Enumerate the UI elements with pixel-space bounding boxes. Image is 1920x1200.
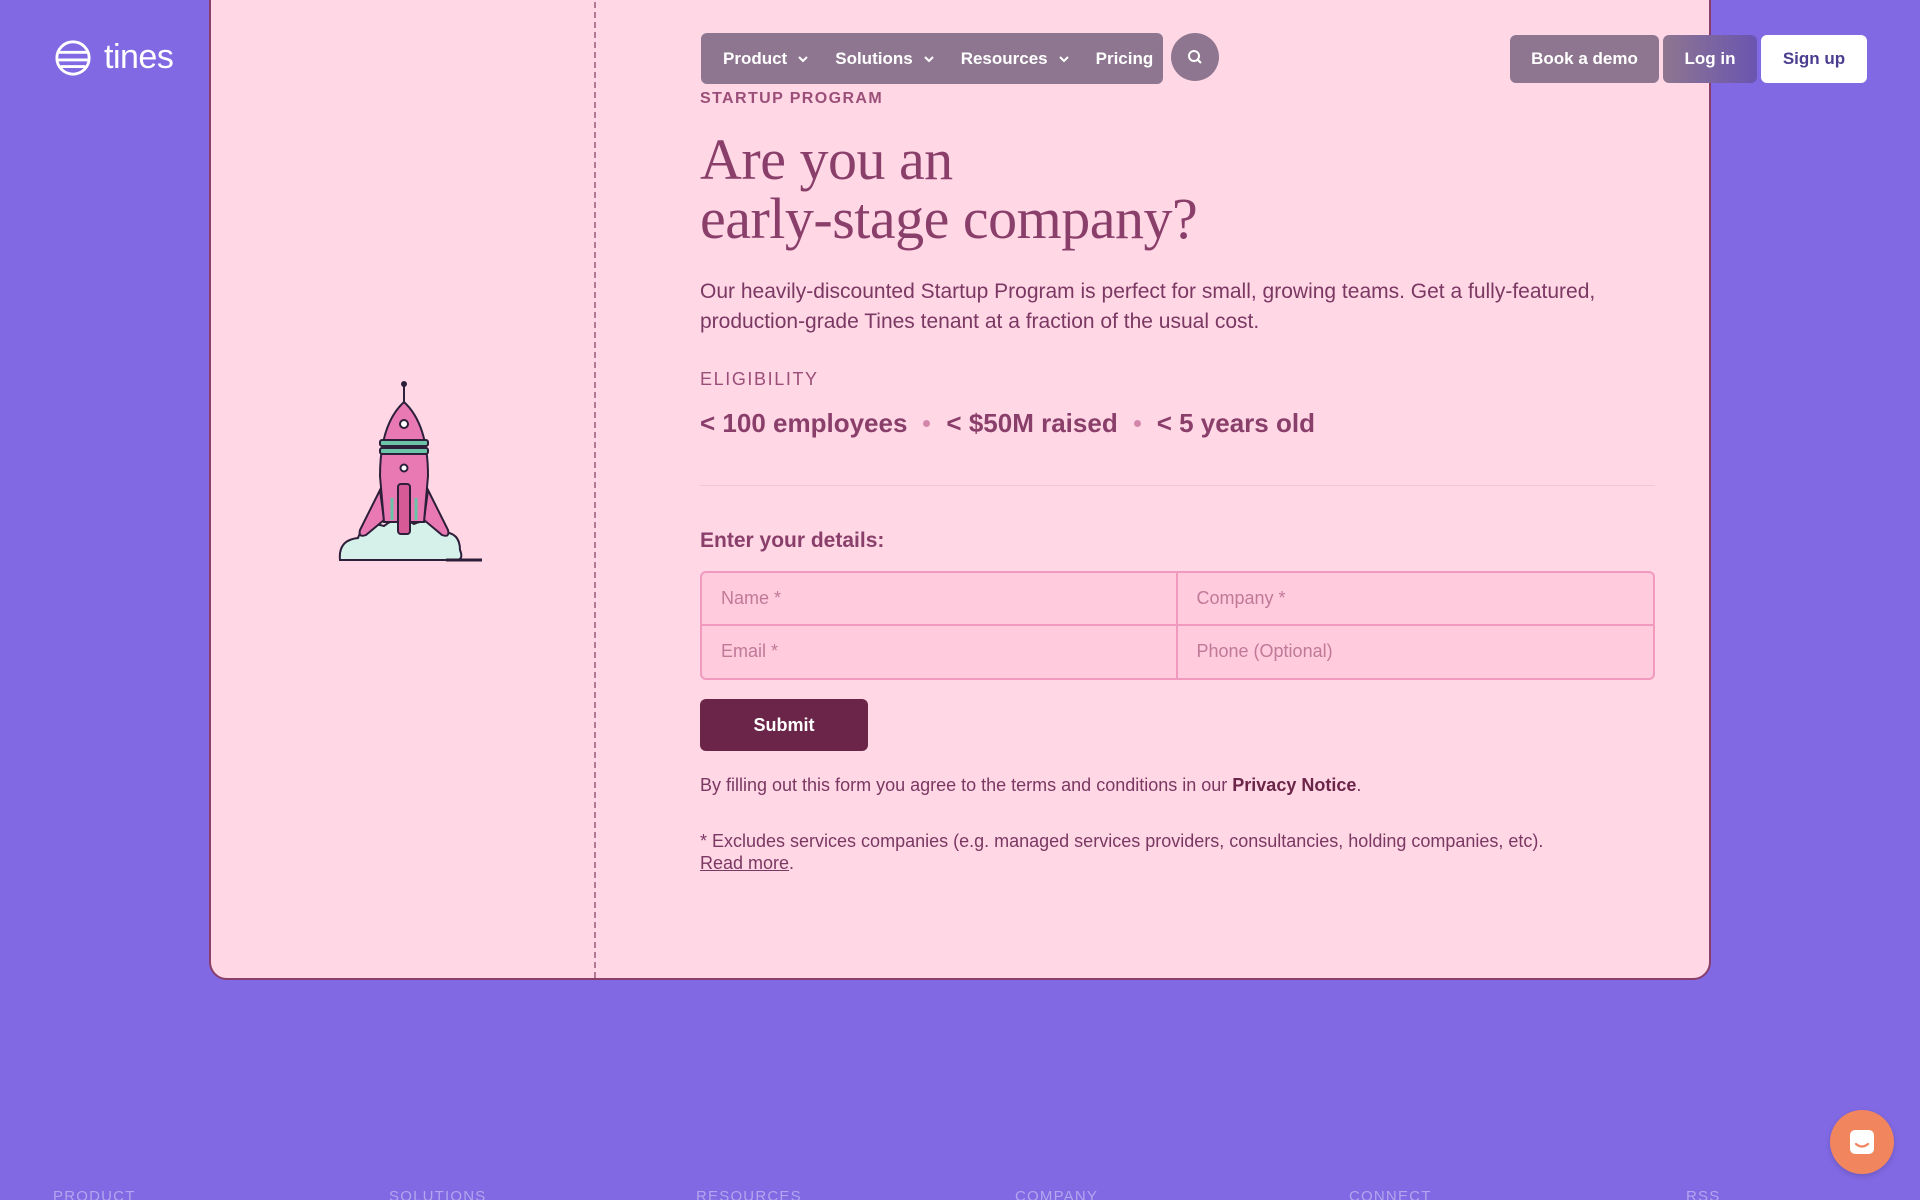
nav-solutions[interactable]: Solutions [835, 49, 934, 69]
rocket-illustration-icon [338, 381, 482, 562]
chevron-down-icon [798, 55, 808, 62]
page-title: Are you an early-stage company? [700, 130, 1400, 248]
details-form [700, 571, 1655, 680]
book-demo-button[interactable]: Book a demo [1510, 35, 1659, 83]
search-icon [1188, 50, 1202, 64]
exclusion-note: * Excludes services companies (e.g. mana… [700, 830, 1660, 874]
nav-resources[interactable]: Resources [961, 49, 1070, 69]
search-button[interactable] [1171, 33, 1219, 81]
nav-resources-label: Resources [960, 48, 1048, 68]
bullet-dot [1133, 420, 1141, 427]
terms-suffix: . [1356, 775, 1362, 795]
company-input[interactable] [1177, 573, 1653, 626]
exclusion-text: * Excludes services companies (e.g. mana… [700, 831, 1544, 851]
dashed-divider [594, 0, 596, 978]
signup-button[interactable]: Sign up [1761, 35, 1867, 83]
main-nav: Product Solutions Resources Pricing [701, 33, 1163, 84]
criterion-raised: < $50M raised [946, 408, 1118, 438]
privacy-notice-link[interactable]: Privacy Notice [1232, 775, 1356, 795]
chat-launcher-button[interactable] [1830, 1110, 1894, 1174]
footer-heading-solutions: SOLUTIONS [389, 1188, 487, 1200]
tines-logo-icon [55, 39, 91, 76]
tines-logo[interactable]: tines [54, 38, 174, 77]
exclusion-suffix: . [789, 853, 795, 873]
terms-prefix: By filling out this form you agree to th… [700, 775, 1233, 795]
criterion-age: < 5 years old [1156, 408, 1315, 438]
nav-product-label: Product [723, 48, 788, 68]
bullet-dot [923, 420, 931, 427]
footer-heading-resources: RESOURCES [696, 1188, 802, 1200]
name-input[interactable] [702, 573, 1178, 626]
footer-heading-company: COMPANY [1015, 1188, 1099, 1200]
nav-pricing-label: Pricing [1095, 48, 1154, 68]
intro-text: Our heavily-discounted Startup Program i… [700, 280, 1596, 333]
chevron-down-icon [1058, 55, 1069, 62]
title-line-1: Are you an [700, 127, 953, 192]
section-divider [700, 485, 1655, 486]
phone-input[interactable] [1177, 625, 1653, 678]
nav-product[interactable]: Product [723, 49, 809, 69]
nav-pricing[interactable]: Pricing [1096, 49, 1154, 69]
title-line-2: early-stage company? [700, 186, 1198, 251]
terms-text: By filling out this form you agree to th… [700, 774, 1660, 796]
eligibility-label: ELIGIBILITY [700, 369, 819, 389]
chat-icon [1850, 1130, 1874, 1154]
footer-heading-rss: RSS [1686, 1188, 1721, 1200]
eligibility-criteria: < 100 employees < $50M raised < 5 years … [700, 408, 1315, 439]
footer-heading-product: PRODUCT [53, 1188, 136, 1200]
form-label: Enter your details: [700, 529, 885, 552]
login-button[interactable]: Log in [1663, 35, 1757, 83]
criterion-employees: < 100 employees [700, 408, 908, 438]
logo-wordmark: tines [104, 38, 174, 76]
chevron-down-icon [923, 55, 934, 62]
nav-solutions-label: Solutions [835, 48, 913, 68]
read-more-link[interactable]: Read more [700, 853, 789, 873]
submit-button[interactable]: Submit [700, 699, 868, 751]
email-input[interactable] [702, 625, 1178, 678]
eyebrow-label: STARTUP PROGRAM [700, 90, 884, 107]
footer-heading-connect: CONNECT [1349, 1188, 1432, 1200]
